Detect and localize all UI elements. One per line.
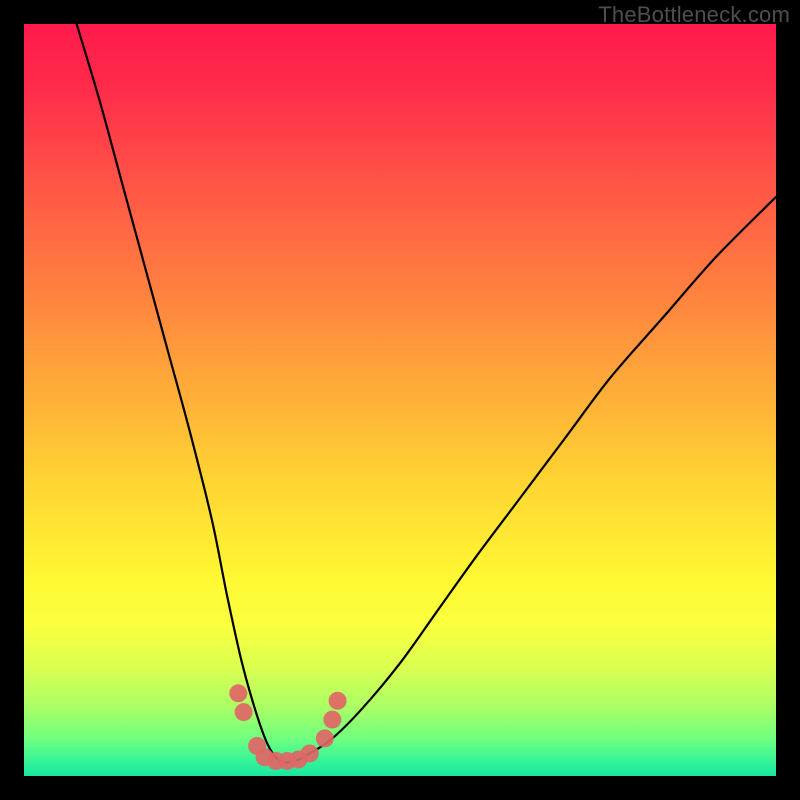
marker-dot xyxy=(235,703,253,721)
marker-dot xyxy=(229,684,247,702)
curve-layer xyxy=(24,24,776,776)
marker-dot xyxy=(301,744,319,762)
plot-area xyxy=(24,24,776,776)
marker-dot xyxy=(316,729,334,747)
marker-dot xyxy=(329,692,347,710)
chart-frame: TheBottleneck.com xyxy=(0,0,800,800)
highlight-markers xyxy=(229,684,346,770)
marker-dot xyxy=(323,711,341,729)
bottleneck-curve xyxy=(77,24,776,762)
